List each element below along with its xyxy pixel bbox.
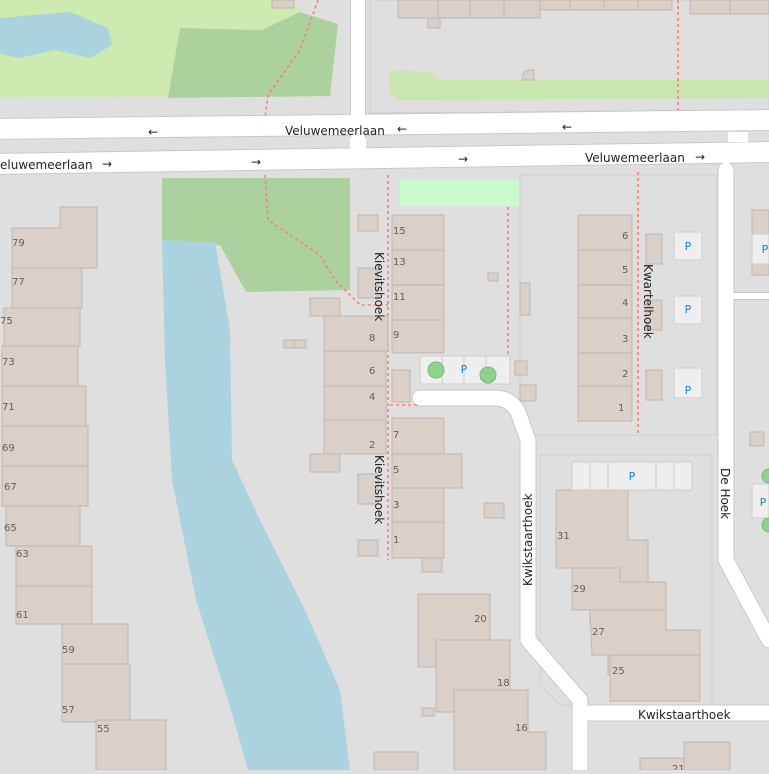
- map-view[interactable]: P P P P P P P Veluwemeerlaan eluwemeerla…: [0, 0, 769, 774]
- parking-icon[interactable]: P: [461, 363, 468, 376]
- map-canvas[interactable]: P P P P P P P Veluwemeerlaan eluwemeerla…: [0, 0, 769, 774]
- house-number: 13: [393, 257, 406, 268]
- street-label-veluwemeerlaan: eluwemeerlaan: [0, 158, 93, 172]
- house-number: 4: [622, 298, 628, 309]
- house-number: 15: [393, 226, 406, 237]
- house-number: 9: [393, 330, 399, 341]
- street-label-kievitshoek: Kievitshoek: [372, 455, 386, 524]
- house-number: 77: [12, 277, 25, 288]
- house-number: 65: [4, 523, 17, 534]
- oneway-arrow-icon: →: [458, 152, 468, 166]
- house-number: 18: [497, 678, 510, 689]
- house-number: 71: [2, 402, 15, 413]
- tree-icon: [761, 517, 769, 533]
- tree-icon: [427, 361, 445, 379]
- house-number: 59: [62, 645, 75, 656]
- oneway-arrow-icon: ←: [148, 125, 158, 139]
- oneway-arrow-icon: →: [102, 157, 112, 171]
- street-label-veluwemeerlaan: Veluwemeerlaan: [585, 151, 685, 165]
- house-number: 27: [592, 627, 605, 638]
- house-number: 79: [12, 238, 25, 249]
- house-number: 67: [4, 482, 17, 493]
- house-number: 25: [612, 666, 625, 677]
- house-number: 5: [393, 465, 399, 476]
- oneway-arrow-icon: ←: [397, 122, 407, 136]
- house-number: 4: [369, 392, 375, 403]
- house-number: 63: [16, 549, 29, 560]
- street-label-de-hoek: De Hoek: [718, 468, 732, 519]
- building-79: [11, 206, 98, 269]
- parking-icon[interactable]: P: [760, 496, 767, 509]
- street-label-kievitshoek: Kievitshoek: [372, 252, 386, 321]
- house-number: 2: [369, 440, 375, 451]
- oneway-arrow-icon: ←: [562, 120, 572, 134]
- parking-icon[interactable]: P: [762, 243, 769, 256]
- house-number: 75: [0, 316, 13, 327]
- house-number: 11: [393, 292, 406, 303]
- street-label-kwikstaarthoek: Kwikstaarthoek: [638, 708, 731, 722]
- tree-icon: [761, 468, 769, 484]
- house-number: 1: [618, 403, 624, 414]
- house-number: 16: [515, 723, 528, 734]
- house-number: 8: [369, 333, 375, 344]
- house-number: 31: [557, 531, 570, 542]
- house-number: 21: [672, 764, 685, 770]
- street-label-kwartelhoek: Kwartelhoek: [641, 264, 655, 339]
- house-number: 61: [16, 610, 29, 621]
- house-number: 6: [622, 231, 628, 242]
- house-number: 6: [369, 366, 375, 377]
- house-number: 55: [97, 724, 110, 735]
- house-number: 69: [2, 443, 15, 454]
- house-number: 5: [622, 265, 628, 276]
- house-number: 3: [393, 500, 399, 511]
- house-number: 73: [2, 357, 15, 368]
- house-number: 29: [573, 584, 586, 595]
- house-number: 57: [62, 705, 75, 716]
- oneway-arrow-icon: →: [695, 150, 705, 164]
- parking-icon[interactable]: P: [685, 240, 692, 253]
- tree-icon: [479, 366, 497, 384]
- street-label-veluwemeerlaan: Veluwemeerlaan: [285, 124, 385, 138]
- parking-icon[interactable]: P: [685, 303, 692, 316]
- house-number: 3: [622, 334, 628, 345]
- house-number: 20: [474, 614, 487, 625]
- house-number: 1: [393, 535, 399, 546]
- canal: [162, 240, 350, 770]
- street-label-kwikstaarthoek: Kwikstaarthoek: [521, 493, 535, 586]
- house-number: 2: [622, 369, 628, 380]
- house-number: 7: [393, 430, 399, 441]
- parking-icon[interactable]: P: [629, 470, 636, 483]
- oneway-arrow-icon: →: [251, 155, 261, 169]
- parking-icon[interactable]: P: [685, 384, 692, 397]
